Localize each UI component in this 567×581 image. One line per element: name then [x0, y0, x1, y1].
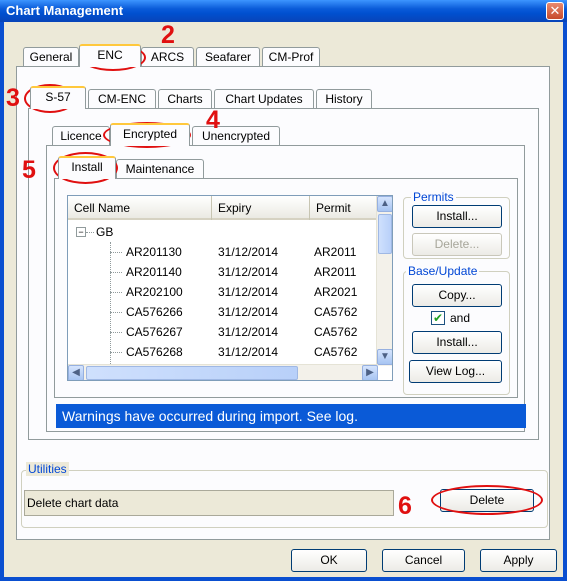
tree-connector: [110, 312, 122, 313]
collapse-icon[interactable]: −: [76, 227, 86, 237]
cell-expiry: 31/12/2014: [218, 245, 279, 259]
scroll-down-icon[interactable]: ▼: [377, 349, 392, 365]
cell-name: AR202100: [126, 285, 183, 299]
column-header-permit[interactable]: Permit: [310, 196, 378, 220]
ok-button[interactable]: OK: [291, 549, 367, 572]
table-row[interactable]: CA576266 31/12/2014 CA5762: [68, 302, 378, 322]
table-row[interactable]: AR202100 31/12/2014 AR2021: [68, 282, 378, 302]
permits-delete-button[interactable]: Delete...: [412, 233, 502, 256]
warning-bar: Warnings have occurred during import. Se…: [56, 404, 526, 428]
tab-arcs[interactable]: ARCS: [141, 47, 194, 67]
permits-install-button[interactable]: Install...: [412, 205, 502, 228]
horizontal-scroll-thumb[interactable]: [86, 366, 298, 380]
annotation-number-3: 3: [6, 84, 20, 112]
tree-connector: [110, 352, 122, 353]
permits-group-title: Permits: [411, 190, 456, 204]
cell-permit: AR2011: [314, 265, 357, 279]
annotation-number-4: 4: [206, 106, 220, 134]
tree-connector: [110, 272, 122, 273]
scroll-left-icon[interactable]: ◀: [68, 365, 84, 380]
tab-install[interactable]: Install: [58, 156, 116, 179]
cell-name: AR201140: [126, 265, 182, 279]
tab-history[interactable]: History: [316, 89, 372, 109]
window-frame-left: [0, 22, 4, 581]
horizontal-scrollbar[interactable]: ◀ ▶: [68, 364, 378, 380]
and-checkbox-label: and: [450, 311, 471, 325]
tab-licence[interactable]: Licence: [52, 126, 110, 146]
tab-cm-enc[interactable]: CM-ENC: [88, 89, 156, 109]
tree-connector: [86, 232, 94, 233]
cell-permit: CA5762: [314, 345, 358, 359]
base-update-copy-button[interactable]: Copy...: [412, 284, 502, 307]
vertical-scrollbar[interactable]: ▲ ▼: [376, 196, 392, 366]
cell-permit: AR2011: [314, 245, 357, 259]
tree-connector: [110, 252, 122, 253]
tab-chart-updates[interactable]: Chart Updates: [214, 89, 314, 109]
table-row[interactable]: CA576267 31/12/2014 CA5762: [68, 322, 378, 342]
tree-connector: [110, 332, 122, 333]
cell-name: CA576266: [126, 305, 183, 319]
cell-permit: CA5762: [314, 325, 358, 339]
window-frame-bottom: [0, 577, 567, 581]
scroll-up-icon[interactable]: ▲: [377, 196, 392, 212]
cell-list[interactable]: Cell Name Expiry Permit − GB AR201130 31/…: [67, 195, 393, 381]
tab-maintenance[interactable]: Maintenance: [116, 159, 204, 179]
annotation-number-5: 5: [22, 156, 36, 184]
close-icon[interactable]: ✕: [546, 2, 564, 20]
cell-name: CA576267: [126, 325, 183, 339]
annotation-number-2: 2: [161, 21, 175, 49]
cell-expiry: 31/12/2014: [218, 285, 279, 299]
tab-general[interactable]: General: [23, 47, 79, 67]
table-row[interactable]: AR201130 31/12/2014 AR2011: [68, 242, 378, 262]
annotation-oval-delete: [431, 485, 543, 515]
window-title: Chart Management: [6, 3, 124, 18]
list-header: Cell Name Expiry Permit: [68, 196, 378, 220]
window-frame-right: [563, 22, 567, 581]
tab-encrypted[interactable]: Encrypted: [110, 123, 190, 146]
cell-name: AR201130: [126, 245, 182, 259]
utilities-group-title: Utilities: [26, 462, 69, 476]
table-row[interactable]: AR201140 31/12/2014 AR2011: [68, 262, 378, 282]
cancel-button[interactable]: Cancel: [382, 549, 465, 572]
vertical-scroll-thumb[interactable]: [378, 214, 392, 254]
list-group-row[interactable]: − GB: [68, 222, 378, 242]
column-header-cell-name[interactable]: Cell Name: [68, 196, 212, 220]
column-header-expiry[interactable]: Expiry: [212, 196, 310, 220]
table-row[interactable]: CA576268 31/12/2014 CA5762: [68, 342, 378, 362]
scroll-right-icon[interactable]: ▶: [362, 365, 378, 380]
cell-expiry: 31/12/2014: [218, 305, 279, 319]
cell-expiry: 31/12/2014: [218, 345, 279, 359]
delete-chart-data-label: Delete chart data: [24, 490, 394, 516]
cell-expiry: 31/12/2014: [218, 325, 279, 339]
group-label: GB: [96, 225, 114, 239]
tab-s57[interactable]: S-57: [30, 86, 86, 109]
cell-permit: CA5762: [314, 305, 358, 319]
apply-button[interactable]: Apply: [480, 549, 557, 572]
and-checkbox[interactable]: ✔: [431, 311, 445, 325]
annotation-number-6: 6: [398, 492, 412, 520]
base-update-install-button[interactable]: Install...: [412, 331, 502, 354]
base-update-group-title: Base/Update: [406, 264, 480, 278]
tab-cm-prof[interactable]: CM-Prof: [262, 47, 320, 67]
tree-connector: [110, 292, 122, 293]
tab-seafarer[interactable]: Seafarer: [196, 47, 260, 67]
tab-charts[interactable]: Charts: [158, 89, 212, 109]
cell-name: CA576268: [126, 345, 183, 359]
cell-expiry: 31/12/2014: [218, 265, 279, 279]
view-log-button[interactable]: View Log...: [409, 360, 502, 383]
tab-enc[interactable]: ENC: [79, 44, 141, 67]
title-bar: Chart Management ✕: [0, 0, 567, 22]
cell-permit: AR2021: [314, 285, 358, 299]
